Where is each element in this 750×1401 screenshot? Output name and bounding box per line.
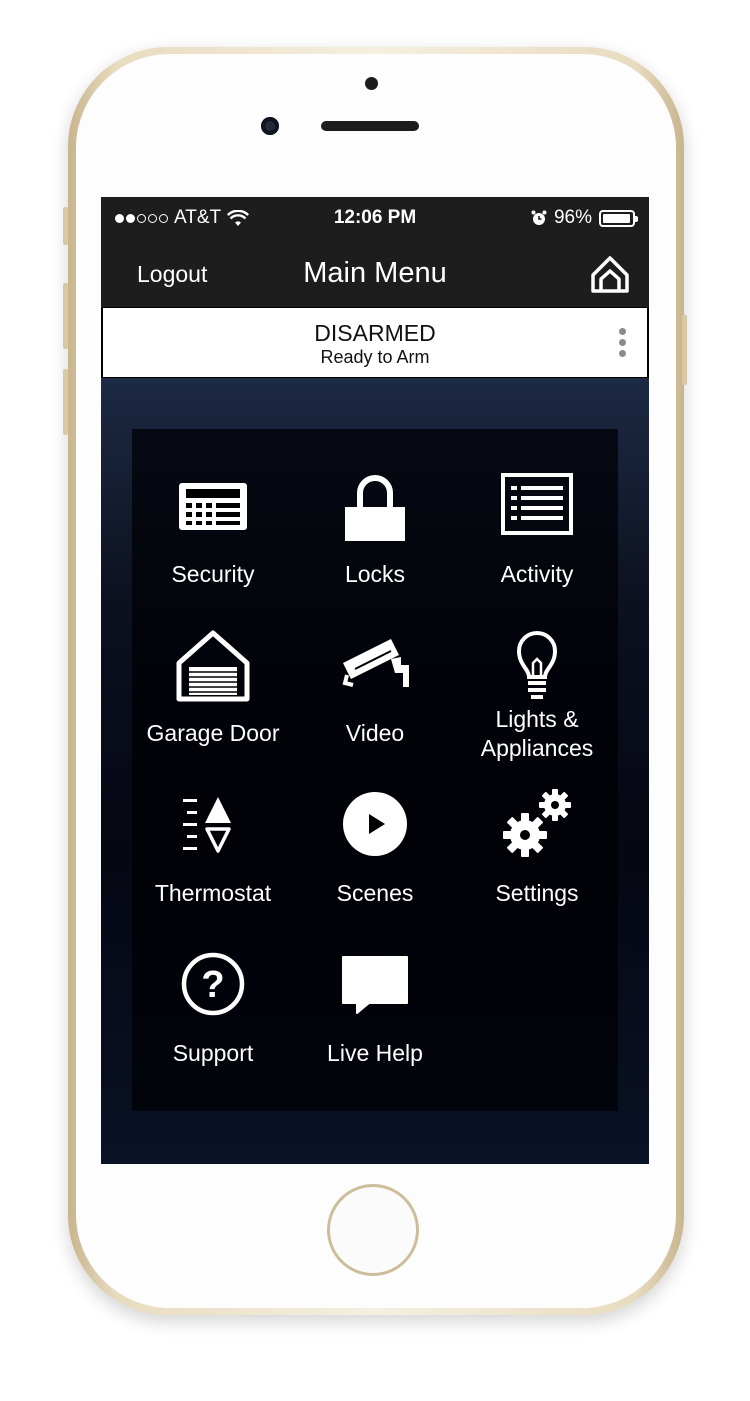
menu-item-security[interactable]: Security <box>132 471 294 631</box>
menu-item-garage-door[interactable]: Garage Door <box>132 629 294 789</box>
home-button[interactable] <box>327 1184 419 1276</box>
garage-icon <box>173 629 253 709</box>
lightbulb-icon <box>497 629 577 709</box>
alarm-clock-icon <box>531 210 547 225</box>
page-title: Main Menu <box>303 257 447 289</box>
home-icon[interactable] <box>589 253 631 295</box>
battery-percent: 96% <box>553 207 592 228</box>
mute-switch <box>63 207 68 245</box>
menu-item-label: Garage Door <box>146 720 280 746</box>
menu-item-label: Locks <box>344 561 406 587</box>
menu-item-label: Security <box>171 561 255 587</box>
menu-item-label: Video <box>345 720 405 746</box>
svg-text:?: ? <box>201 964 224 1006</box>
menu-item-label: Lights & <box>495 706 579 732</box>
keypad-icon <box>173 471 253 551</box>
menu-item-label: Settings <box>495 880 579 906</box>
status-right: 96% <box>531 207 638 229</box>
alarm-status-bar[interactable]: DISARMED Ready to Arm <box>103 308 647 377</box>
menu-item-scenes[interactable]: Scenes <box>294 789 456 949</box>
menu-item-label: Scenes <box>336 880 414 906</box>
proximity-sensor <box>365 77 378 90</box>
battery-icon <box>599 209 638 227</box>
main-menu-grid: Security Locks Activity Garage Door Vide… <box>132 429 618 1111</box>
earpiece-speaker <box>321 121 419 131</box>
help-icon: ? <box>173 949 253 1029</box>
volume-up-button <box>63 283 68 349</box>
menu-item-lights-appliances[interactable]: Lights & Appliances <box>456 629 618 789</box>
navigation-bar: Logout Main Menu <box>101 239 649 307</box>
menu-item-label: Live Help <box>327 1040 423 1066</box>
menu-item-support[interactable]: ? Support <box>132 949 294 1109</box>
app-screen: AT&T 12:06 PM 96% Logout Main Menu DISAR… <box>101 197 649 1164</box>
menu-item-label: Activity <box>500 561 574 587</box>
alarm-subtitle: Ready to Arm <box>320 347 430 367</box>
volume-down-button <box>63 369 68 435</box>
activity-list-icon <box>497 471 577 551</box>
menu-item-label: Thermostat <box>154 880 272 906</box>
menu-item-label: Support <box>172 1040 254 1066</box>
lock-icon <box>335 471 415 551</box>
menu-item-label-line2: Appliances <box>480 735 594 761</box>
menu-item-live-help[interactable]: Live Help <box>294 949 456 1109</box>
power-button <box>682 315 687 385</box>
status-bar: AT&T 12:06 PM 96% <box>101 197 649 239</box>
camera-icon <box>335 629 415 709</box>
play-icon <box>335 789 415 869</box>
menu-item-thermostat[interactable]: Thermostat <box>132 789 294 949</box>
menu-item-settings[interactable]: Settings <box>456 789 618 949</box>
menu-item-video[interactable]: Video <box>294 629 456 789</box>
gears-icon <box>497 789 577 869</box>
chat-icon <box>335 949 415 1029</box>
alarm-state: DISARMED <box>314 320 436 346</box>
thermostat-icon <box>173 789 253 869</box>
menu-item-activity[interactable]: Activity <box>456 471 618 631</box>
more-options-icon[interactable] <box>619 328 627 360</box>
menu-item-locks[interactable]: Locks <box>294 471 456 631</box>
front-camera <box>261 117 279 135</box>
